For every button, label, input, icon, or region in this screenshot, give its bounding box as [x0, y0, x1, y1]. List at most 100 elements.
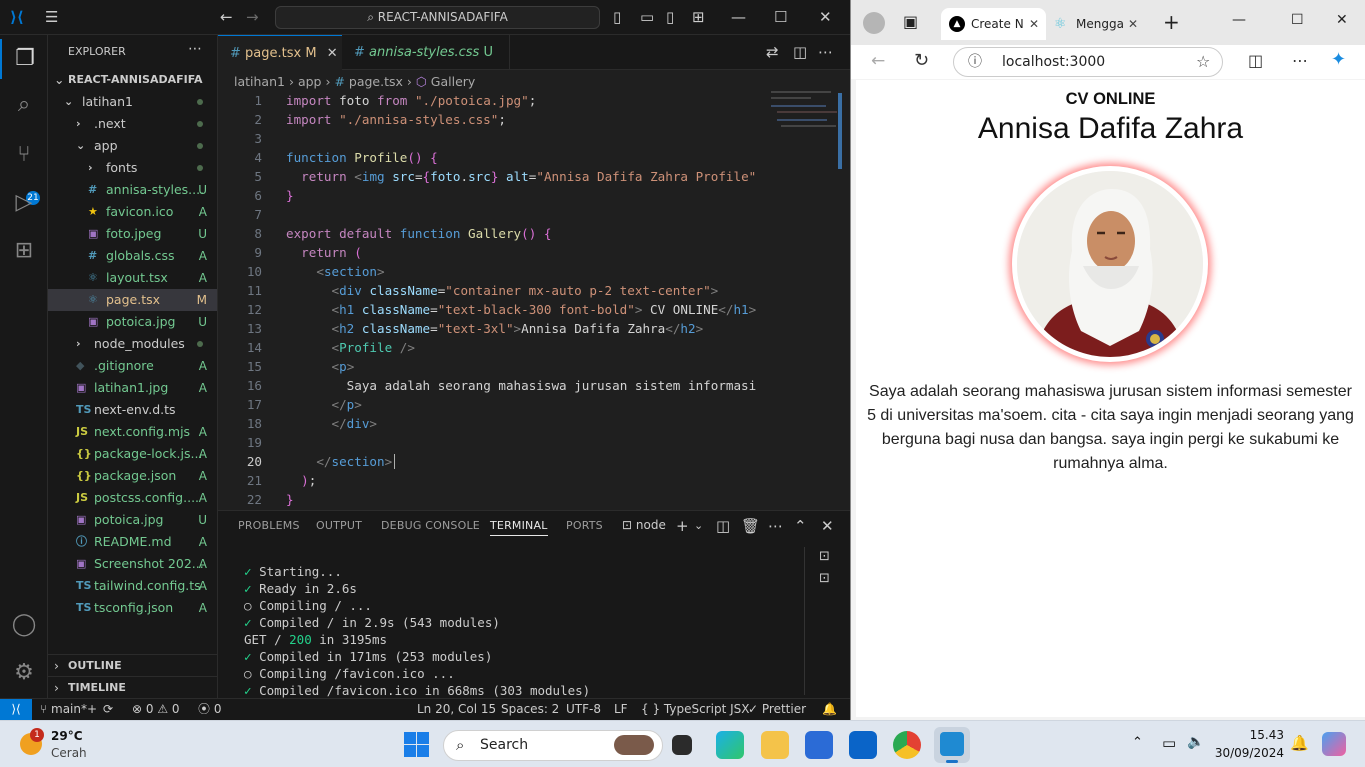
code-line[interactable]: </section>: [286, 452, 764, 471]
back-arrow-icon[interactable]: ←: [220, 8, 233, 26]
code-line[interactable]: );: [286, 471, 764, 490]
toggle-secondary-sidebar-icon[interactable]: ▯: [666, 8, 674, 26]
line-ending[interactable]: LF: [614, 699, 628, 720]
weather-temp[interactable]: 29°C: [51, 729, 83, 743]
volume-icon[interactable]: 🔈: [1187, 734, 1204, 750]
close-icon[interactable]: ✕: [1336, 12, 1348, 28]
code-line[interactable]: <section>: [286, 262, 764, 281]
favorite-star-icon[interactable]: ☆: [1196, 48, 1210, 76]
copilot-taskbar-icon[interactable]: [1322, 732, 1346, 756]
code-line[interactable]: }: [286, 490, 764, 509]
terminal-instance-icon[interactable]: ⊡: [819, 571, 830, 586]
forward-arrow-icon[interactable]: →: [246, 8, 259, 26]
extensions-icon[interactable]: ⊞: [0, 231, 48, 271]
code-line[interactable]: return <img src={foto.src} alt="Annisa D…: [286, 167, 764, 186]
browser-tab-create-next[interactable]: ▲ Create N ✕: [941, 8, 1046, 40]
code-line[interactable]: <div className="container mx-auto p-2 te…: [286, 281, 764, 300]
tab-annisa-styles-css[interactable]: # annisa-styles.css U: [342, 35, 510, 70]
remote-icon[interactable]: ⟩⟨: [0, 699, 32, 721]
code-line[interactable]: Saya adalah seorang mahasiswa jurusan si…: [286, 376, 764, 395]
copilot-icon[interactable]: ✦: [1331, 49, 1346, 70]
branch-item[interactable]: ⑂ main*+: [40, 699, 97, 720]
code-line[interactable]: [286, 129, 764, 148]
tree-item[interactable]: ⌄ latihan1: [48, 91, 217, 113]
tree-item[interactable]: ⓘ README.md A: [48, 531, 217, 553]
code-line[interactable]: export default function Gallery() {: [286, 224, 764, 243]
breadcrumb-item[interactable]: app: [298, 74, 322, 89]
tree-item[interactable]: › node_modules: [48, 333, 217, 355]
tab-debug-console[interactable]: DEBUG CONSOLE: [381, 519, 480, 532]
more-menu-icon[interactable]: ⋯: [1292, 51, 1308, 70]
tree-item[interactable]: › fonts: [48, 157, 217, 179]
edge-icon[interactable]: [716, 731, 744, 759]
minimize-icon[interactable]: —: [1232, 12, 1246, 28]
tab-output[interactable]: OUTPUT: [316, 519, 362, 532]
tree-item[interactable]: JS postcss.config.... A: [48, 487, 217, 509]
task-view-icon[interactable]: [672, 735, 692, 755]
tree-item[interactable]: ▣ foto.jpeg U: [48, 223, 217, 245]
tree-item[interactable]: ▣ Screenshot 202... A: [48, 553, 217, 575]
tree-item[interactable]: ▣ potoica.jpg U: [48, 509, 217, 531]
toggle-sidebar-icon[interactable]: ▯: [613, 8, 621, 26]
indentation[interactable]: Spaces: 2: [501, 699, 559, 720]
close-tab-icon[interactable]: ✕: [1029, 8, 1039, 40]
tab-problems[interactable]: PROBLEMS: [238, 519, 300, 532]
new-terminal-icon[interactable]: +: [676, 517, 689, 535]
ports-item[interactable]: ⦿ 0: [198, 699, 221, 720]
run-debug-icon[interactable]: ▷: [0, 183, 48, 223]
chevron-down-icon[interactable]: ⌄: [694, 517, 703, 535]
tree-item[interactable]: TS tsconfig.json A: [48, 597, 217, 619]
code-line[interactable]: <h1 className="text-black-300 font-bold"…: [286, 300, 764, 319]
minimap[interactable]: [771, 91, 841, 151]
site-info-icon[interactable]: ⓘ: [968, 48, 982, 76]
language-mode[interactable]: { } TypeScript JSX: [641, 699, 749, 720]
tree-item[interactable]: {} package.json A: [48, 465, 217, 487]
outlook-icon[interactable]: [849, 731, 877, 759]
clock-time[interactable]: 15.43: [1218, 728, 1284, 742]
file-explorer-icon[interactable]: [761, 731, 789, 759]
maximize-icon[interactable]: ☐: [774, 8, 787, 26]
tree-item[interactable]: ⚛ page.tsx M: [48, 289, 217, 311]
search-view-icon[interactable]: ⌕: [0, 85, 48, 125]
encoding[interactable]: UTF-8: [566, 699, 601, 720]
code-line[interactable]: return (: [286, 243, 764, 262]
chrome-icon[interactable]: [893, 731, 921, 759]
workspace-root[interactable]: ⌄ REACT-ANNISADAFIFA: [48, 69, 217, 91]
reload-icon[interactable]: ↻: [914, 50, 929, 71]
tree-item[interactable]: › .next: [48, 113, 217, 135]
outline-section[interactable]: › OUTLINE: [48, 654, 217, 676]
tree-item[interactable]: ▣ potoica.jpg U: [48, 311, 217, 333]
tree-item[interactable]: JS next.config.mjs A: [48, 421, 217, 443]
customize-layout-icon[interactable]: ⊞: [692, 8, 705, 26]
problems-item[interactable]: ⊗ 0 ⚠ 0: [132, 699, 180, 720]
new-tab-icon[interactable]: +: [1163, 10, 1180, 34]
breadcrumb-item[interactable]: page.tsx: [349, 74, 403, 89]
prettier-item[interactable]: ✓ Prettier: [748, 699, 806, 720]
account-icon[interactable]: ◯: [0, 605, 48, 645]
back-arrow-icon[interactable]: ←: [871, 51, 885, 71]
more-actions-icon[interactable]: ⋯: [818, 43, 833, 61]
trash-icon[interactable]: 🗑: [741, 517, 760, 535]
network-icon[interactable]: ▭: [1162, 734, 1176, 752]
windows-start-icon[interactable]: [404, 732, 430, 758]
code-line[interactable]: function Profile() {: [286, 148, 764, 167]
tree-item[interactable]: ⚛ layout.tsx A: [48, 267, 217, 289]
maximize-icon[interactable]: ☐: [1291, 12, 1304, 28]
tab-ports[interactable]: PORTS: [566, 519, 603, 532]
split-screen-icon[interactable]: ◫: [1248, 51, 1263, 70]
tree-item[interactable]: TS tailwind.config.ts A: [48, 575, 217, 597]
notifications-bell-icon[interactable]: 🔔: [822, 699, 837, 720]
code-line[interactable]: [286, 205, 764, 224]
close-tab-icon[interactable]: ✕: [327, 46, 338, 61]
more-actions-icon[interactable]: ⋯: [768, 517, 783, 535]
code-line[interactable]: import "./annisa-styles.css";: [286, 110, 764, 129]
sync-icon[interactable]: ⟳: [103, 699, 113, 720]
cursor-position[interactable]: Ln 20, Col 15: [417, 699, 496, 720]
minimize-icon[interactable]: —: [731, 8, 746, 26]
tree-item[interactable]: ★ favicon.ico A: [48, 201, 217, 223]
close-icon[interactable]: ✕: [819, 8, 832, 26]
timeline-section[interactable]: › TIMELINE: [48, 676, 217, 698]
maximize-panel-icon[interactable]: ⌃: [794, 517, 807, 535]
split-terminal-icon[interactable]: ◫: [716, 517, 730, 535]
close-tab-icon[interactable]: ✕: [1128, 8, 1138, 40]
